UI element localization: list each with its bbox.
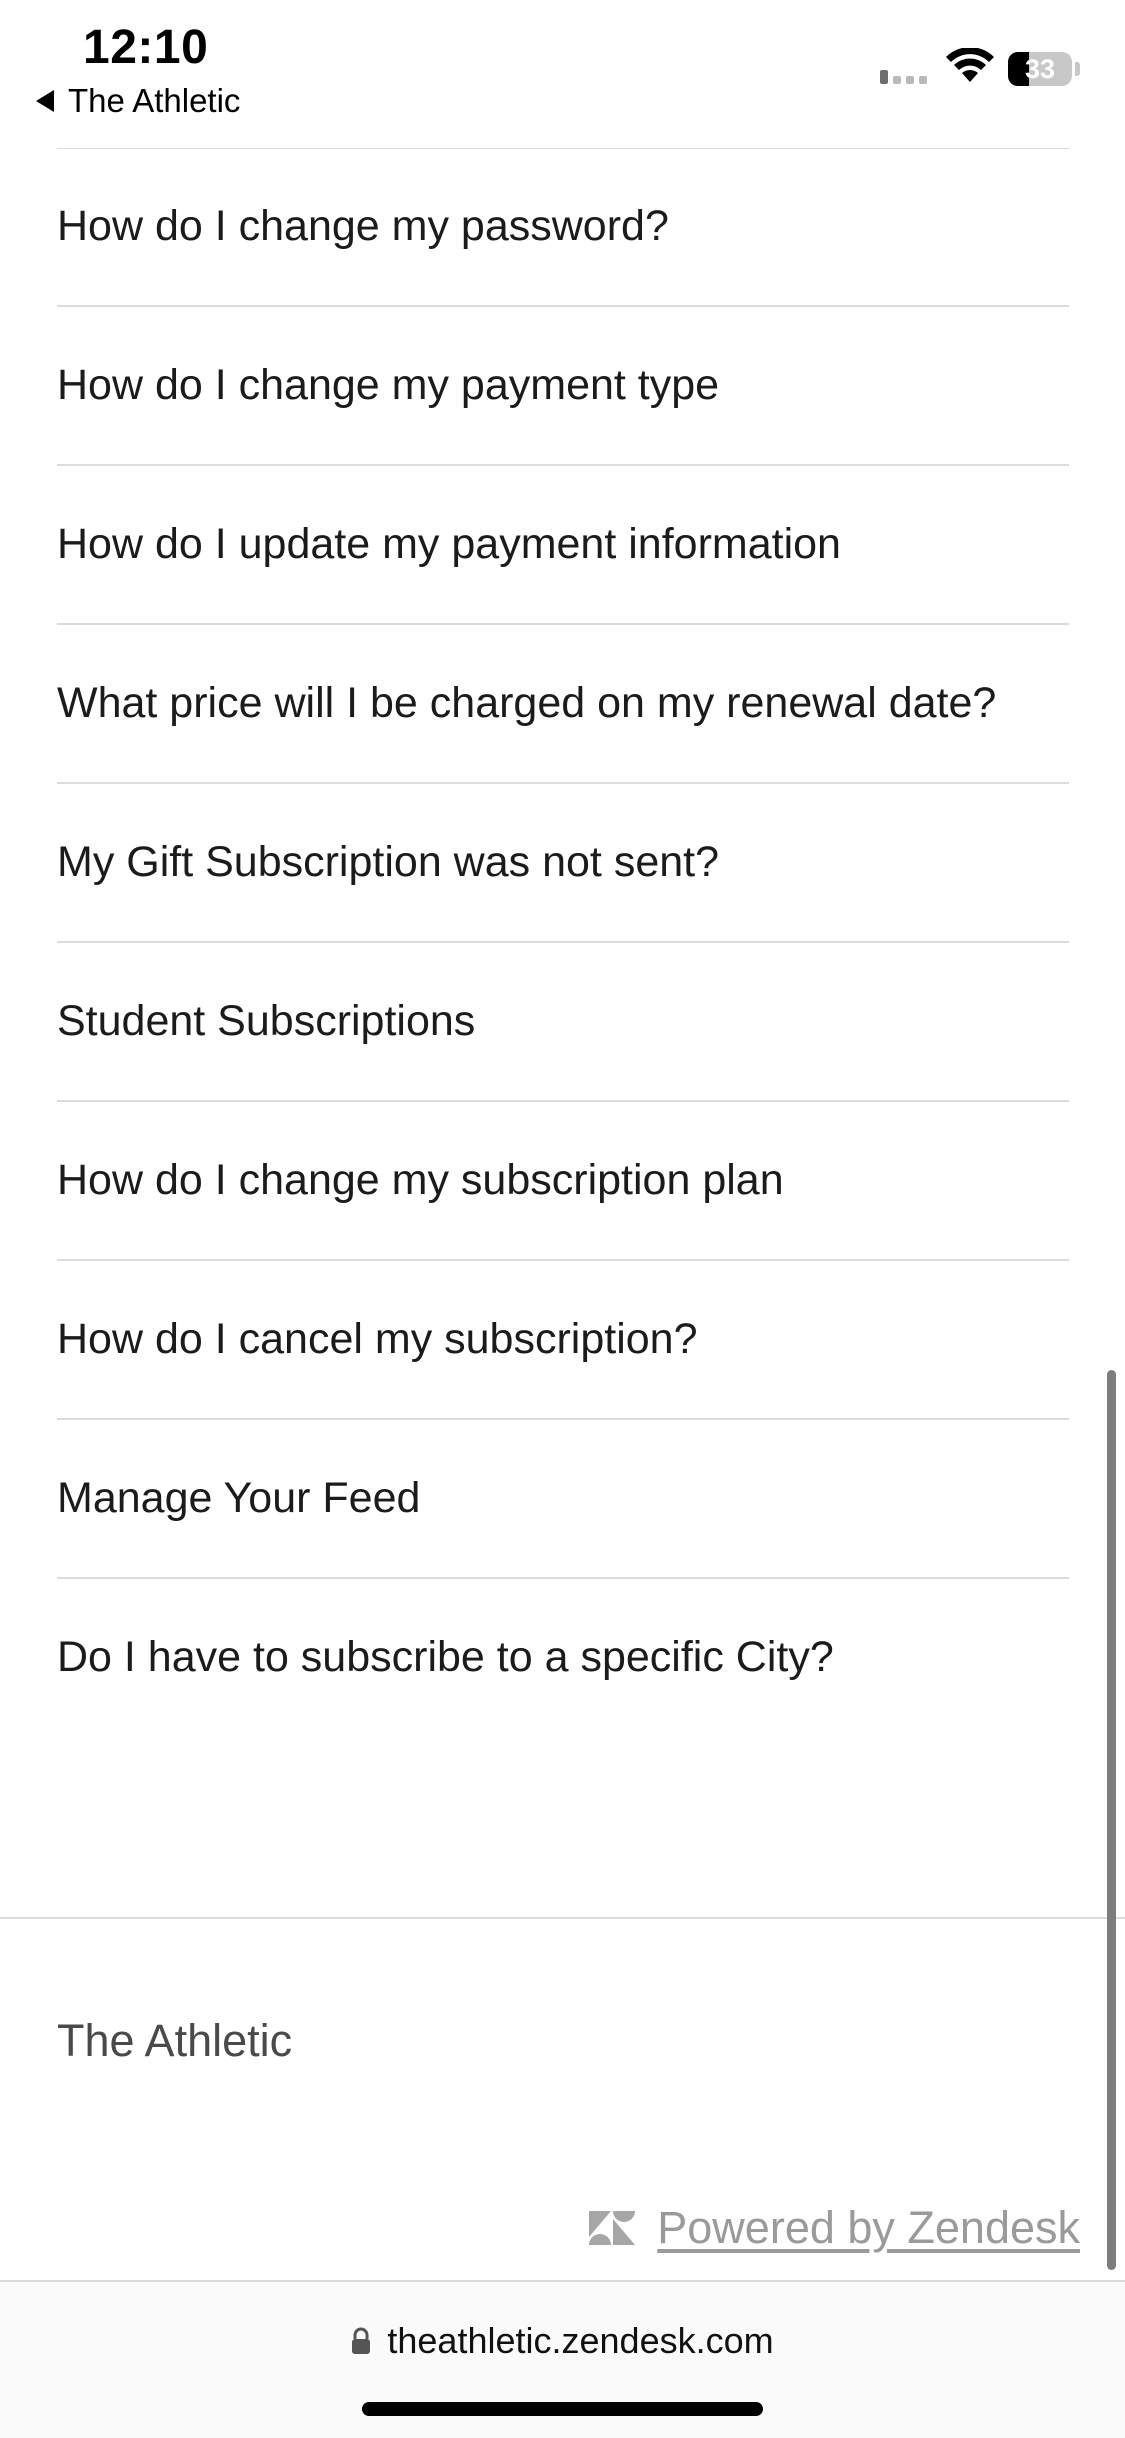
- status-bar: 12:10 The Athletic 33: [0, 0, 1125, 148]
- back-triangle-icon: [36, 90, 54, 112]
- article-list: How do I change my password? How do I ch…: [57, 148, 1069, 1736]
- zendesk-logo-icon: [589, 2211, 636, 2245]
- powered-by-label: Powered by Zendesk: [657, 2202, 1080, 2253]
- back-to-app-button[interactable]: The Athletic: [36, 82, 240, 120]
- article-link[interactable]: My Gift Subscription was not sent?: [57, 784, 1069, 943]
- lock-icon: [352, 2327, 371, 2354]
- url-display[interactable]: theathletic.zendesk.com: [0, 2320, 1125, 2362]
- footer-divider: [0, 1917, 1125, 1919]
- article-link[interactable]: How do I change my subscription plan: [57, 1102, 1069, 1261]
- article-link[interactable]: Do I have to subscribe to a specific Cit…: [57, 1579, 1069, 1736]
- powered-by-zendesk-link[interactable]: Powered by Zendesk: [589, 2202, 1080, 2254]
- article-link[interactable]: How do I update my payment information: [57, 466, 1069, 625]
- status-time: 12:10: [83, 21, 209, 74]
- article-link[interactable]: How do I change my payment type: [57, 307, 1069, 466]
- article-link[interactable]: How do I change my password?: [57, 148, 1069, 307]
- battery-cap: [1075, 62, 1080, 76]
- footer-brand-link[interactable]: The Athletic: [57, 2015, 292, 2067]
- home-indicator[interactable]: [362, 2402, 763, 2416]
- url-text: theathletic.zendesk.com: [387, 2320, 774, 2361]
- battery-level: 33: [1024, 54, 1056, 84]
- battery-icon: 33: [1008, 52, 1072, 86]
- article-link[interactable]: Student Subscriptions: [57, 943, 1069, 1102]
- article-link[interactable]: How do I cancel my subscription?: [57, 1261, 1069, 1420]
- cellular-signal-icon: [880, 70, 927, 84]
- browser-address-bar[interactable]: theathletic.zendesk.com: [0, 2280, 1125, 2438]
- back-app-label: The Athletic: [68, 82, 241, 119]
- article-link[interactable]: What price will I be charged on my renew…: [57, 625, 1069, 784]
- article-link[interactable]: Manage Your Feed: [57, 1420, 1069, 1579]
- wifi-icon: [946, 48, 994, 82]
- scrollbar[interactable]: [1107, 1370, 1116, 2270]
